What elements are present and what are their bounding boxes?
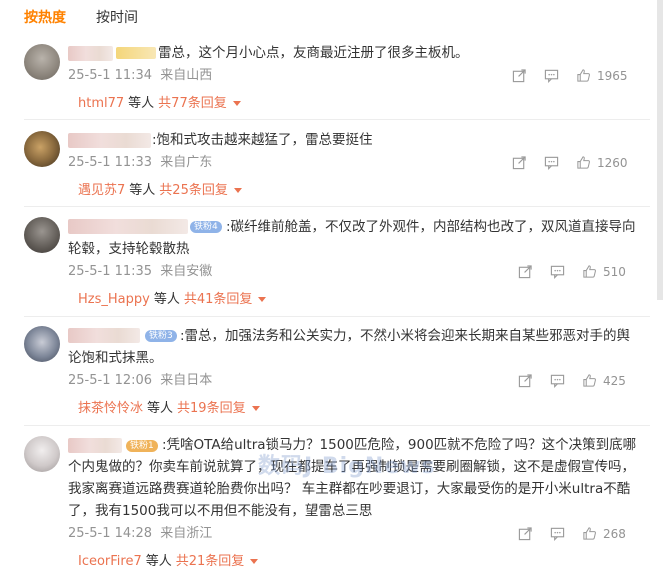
like-count: 268: [603, 526, 626, 541]
user-name[interactable]: [68, 133, 151, 148]
comment-text: :碳纤维前舱盖，不仅改了外观件，内部结构也改了，双风道直接导向: [226, 219, 636, 235]
reply-deng: 等人: [153, 292, 180, 307]
share-icon[interactable]: [518, 526, 533, 541]
avatar[interactable]: [24, 326, 60, 362]
fan-level-badge: 铁粉1: [126, 440, 158, 452]
reply-summary[interactable]: Hzs_Happy 等人 共41条回复: [68, 287, 628, 313]
fan-badge: [116, 47, 156, 59]
divider: [24, 206, 650, 207]
like-count: 1260: [597, 155, 628, 170]
comment-text: :饱和式攻击越来越猛了，雷总要挺住: [152, 132, 373, 148]
comment-location: 来自山西: [160, 68, 213, 83]
caret-down-icon[interactable]: [250, 559, 259, 564]
reply-deng: 等人: [145, 554, 172, 569]
comment-item: 雷总，这个月小心点，友商最近注册了很多主板机。 25-5-1 11:34 来自山…: [0, 0, 650, 118]
user-name[interactable]: [68, 219, 188, 234]
reply-total[interactable]: 共21条回复: [176, 554, 245, 569]
comment-actions: 425: [518, 373, 638, 391]
comment-actions: 1965: [512, 68, 632, 86]
comment-text: 雷总，这个月小心点，友商最近注册了很多主板机。: [158, 45, 469, 61]
like-button[interactable]: 425: [582, 373, 626, 388]
reply-summary[interactable]: 抹茶怜怜冰 等人 共19条回复: [68, 396, 628, 422]
reply-user[interactable]: html77: [78, 96, 124, 111]
like-button[interactable]: 1260: [576, 155, 628, 170]
fan-level-badge: 铁粉3: [145, 330, 177, 342]
comment-icon[interactable]: [550, 526, 565, 541]
like-button[interactable]: 510: [582, 264, 626, 279]
caret-down-icon[interactable]: [258, 297, 267, 302]
like-button[interactable]: 268: [582, 526, 626, 541]
comment-meta: 25-5-1 11:34 来自山西: [68, 68, 216, 84]
share-icon[interactable]: [512, 155, 527, 170]
comment-icon[interactable]: [544, 155, 559, 170]
comment-meta: 25-5-1 12:06 来自日本: [68, 373, 216, 389]
like-count: 1965: [597, 68, 628, 83]
comment-meta: 25-5-1 14:28 来自浙江: [68, 526, 216, 542]
comment-time: 25-5-1 14:28: [68, 526, 153, 541]
reply-total[interactable]: 共19条回复: [177, 401, 246, 416]
avatar[interactable]: [24, 131, 60, 167]
reply-user[interactable]: 遇见苏7: [78, 183, 125, 198]
comment-actions: 268: [518, 526, 638, 544]
comment-text: 了，我有1500我可以不用但不能没有，望雷总三思: [68, 503, 373, 519]
reply-total[interactable]: 共41条回复: [184, 292, 253, 307]
reply-deng: 等人: [147, 401, 174, 416]
reply-deng: 等人: [128, 96, 155, 111]
caret-down-icon[interactable]: [251, 406, 260, 411]
share-icon[interactable]: [512, 68, 527, 83]
comment-location: 来自安徽: [160, 264, 213, 279]
avatar[interactable]: [24, 44, 60, 80]
divider: [24, 425, 650, 426]
reply-total[interactable]: 共77条回复: [158, 96, 227, 111]
scrollbar[interactable]: [657, 0, 663, 300]
user-name[interactable]: [68, 438, 122, 453]
comment-time: 25-5-1 11:35: [68, 264, 153, 279]
reply-total[interactable]: 共25条回复: [159, 183, 228, 198]
like-button[interactable]: 1965: [576, 68, 628, 83]
comment-meta: 25-5-1 11:33 来自广东: [68, 155, 216, 171]
reply-user[interactable]: IceorFire7: [78, 554, 142, 569]
thumb-up-icon: [583, 265, 596, 278]
comment-icon[interactable]: [550, 373, 565, 388]
like-count: 510: [603, 264, 626, 279]
reply-summary[interactable]: 遇见苏7 等人 共25条回复: [68, 178, 628, 204]
user-name[interactable]: [68, 328, 140, 343]
comment-actions: 1260: [512, 155, 632, 173]
comment-meta: 25-5-1 11:35 来自安徽: [68, 264, 216, 280]
comment-text: 我家离赛道远路费赛道轮胎费你出吗？ 车主群都在吵要退订，大家最受伤的是开小米ul…: [68, 481, 631, 497]
share-icon[interactable]: [518, 373, 533, 388]
comment-time: 25-5-1 11:33: [68, 155, 153, 170]
comment-icon[interactable]: [544, 68, 559, 83]
share-icon[interactable]: [518, 264, 533, 279]
caret-down-icon[interactable]: [232, 101, 241, 106]
thumb-up-icon: [583, 374, 596, 387]
avatar[interactable]: [24, 217, 60, 253]
thumb-up-icon: [583, 527, 596, 540]
comment-location: 来自浙江: [160, 526, 213, 541]
comment-time: 25-5-1 12:06: [68, 373, 153, 388]
reply-summary[interactable]: html77 等人 共77条回复: [68, 91, 628, 117]
comment-text: 论饱和式抹黑。: [68, 350, 163, 366]
divider: [24, 119, 650, 120]
comment-location: 来自日本: [160, 373, 213, 388]
reply-user[interactable]: 抹茶怜怜冰: [78, 401, 143, 416]
comment-location: 来自广东: [160, 155, 213, 170]
like-count: 425: [603, 373, 626, 388]
comment-actions: 510: [518, 264, 638, 282]
comment-text: :雷总，加强法务和公关实力，不然小米将会迎来长期来自某些邪恶对手的舆: [180, 328, 631, 344]
comment-text: 轮毂，支持轮毂散热: [68, 241, 190, 257]
comment-time: 25-5-1 11:34: [68, 68, 153, 83]
reply-deng: 等人: [129, 183, 156, 198]
avatar[interactable]: [24, 436, 60, 472]
fan-level-badge: 铁粉4: [190, 221, 222, 233]
reply-user[interactable]: Hzs_Happy: [78, 292, 150, 307]
divider: [24, 316, 650, 317]
thumb-up-icon: [577, 69, 590, 82]
watermark: 数码J BigNews: [258, 454, 436, 479]
reply-summary[interactable]: IceorFire7 等人 共21条回复: [68, 549, 628, 575]
comment-icon[interactable]: [550, 264, 565, 279]
thumb-up-icon: [577, 156, 590, 169]
caret-down-icon[interactable]: [233, 188, 242, 193]
user-name[interactable]: [68, 46, 113, 61]
